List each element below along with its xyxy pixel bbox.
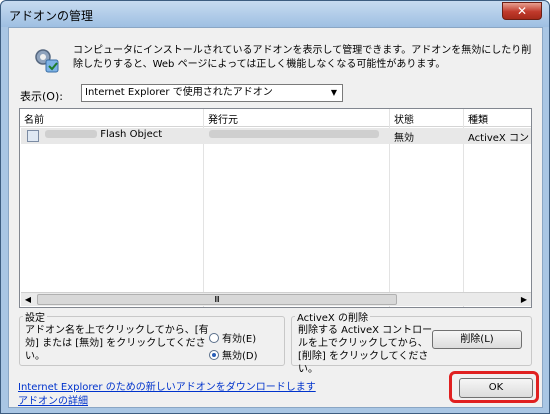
column-header-publisher[interactable]: 発行元 — [208, 111, 238, 126]
horizontal-scrollbar[interactable]: ◀ Ⅲ ▶ — [21, 292, 531, 306]
ok-button[interactable]: OK — [459, 378, 533, 398]
close-button[interactable]: ✕ — [502, 2, 542, 20]
radio-button-icon — [209, 333, 219, 343]
radio-button-selected-icon — [209, 350, 219, 360]
scrollbar-thumb[interactable]: Ⅲ — [37, 294, 397, 305]
addon-icon — [27, 130, 39, 142]
addon-status: 無効 — [394, 133, 414, 144]
list-header: 名前 発行元 状態 種類 — [20, 109, 531, 127]
title-bar[interactable]: アドオンの管理 ✕ — [1, 1, 549, 27]
dialog-body: コンピュータにインストールされているアドオンを表示して管理できます。アドオンを無… — [8, 27, 543, 408]
scroll-left-icon[interactable]: ◀ — [21, 293, 35, 306]
chevron-down-icon: ▼ — [330, 88, 338, 97]
scroll-right-icon[interactable]: ▶ — [517, 293, 531, 306]
disable-radio[interactable]: 無効(D) — [209, 347, 258, 362]
show-label: 表示(O): — [20, 90, 63, 103]
delete-button[interactable]: 削除(L) — [432, 330, 522, 349]
redacted-text — [209, 130, 379, 138]
addon-name-cell: Flash Object — [45, 129, 162, 140]
column-header-status[interactable]: 状態 — [394, 111, 414, 126]
addon-name: Flash Object — [100, 129, 163, 140]
redacted-text — [45, 130, 97, 138]
window-title: アドオンの管理 — [9, 9, 94, 23]
addon-type: ActiveX コント — [468, 133, 532, 144]
addon-manager-window: アドオンの管理 ✕ コンピュータにインストールされているアドオンを表示して管理で… — [0, 0, 550, 414]
addon-list[interactable]: 名前 発行元 状態 種類 Flash Object 無効 ActiveX コント… — [19, 108, 532, 308]
table-row[interactable]: Flash Object 無効 ActiveX コント — [21, 128, 531, 144]
download-addons-link[interactable]: Internet Explorer のための新しいアドオンをダウンロードします — [18, 378, 316, 393]
settings-instructions: アドオン名を上でクリックしてから、[有効] または [無効] をクリックしてくだ… — [25, 325, 209, 362]
column-header-name[interactable]: 名前 — [24, 111, 44, 126]
enable-label: 有効(E) — [222, 334, 257, 345]
column-header-type[interactable]: 種類 — [468, 111, 488, 126]
show-dropdown-value: Internet Explorer で使用されたアドオン — [85, 87, 273, 98]
disable-label: 無効(D) — [222, 351, 258, 362]
activex-delete-instructions: 削除する ActiveX コントロールを上でクリックしてから、[削除] をクリッ… — [298, 325, 433, 375]
enable-radio[interactable]: 有効(E) — [209, 330, 256, 345]
addon-publisher-cell — [209, 129, 379, 140]
addon-details-link[interactable]: アドオンの詳細 — [18, 392, 88, 407]
settings-group-title: 設定 — [23, 309, 47, 324]
activex-delete-group-title: ActiveX の削除 — [295, 309, 370, 324]
description-text: コンピュータにインストールされているアドオンを表示して管理できます。アドオンを無… — [73, 45, 532, 70]
gear-icon — [35, 49, 59, 73]
show-dropdown[interactable]: Internet Explorer で使用されたアドオン ▼ — [81, 84, 343, 102]
